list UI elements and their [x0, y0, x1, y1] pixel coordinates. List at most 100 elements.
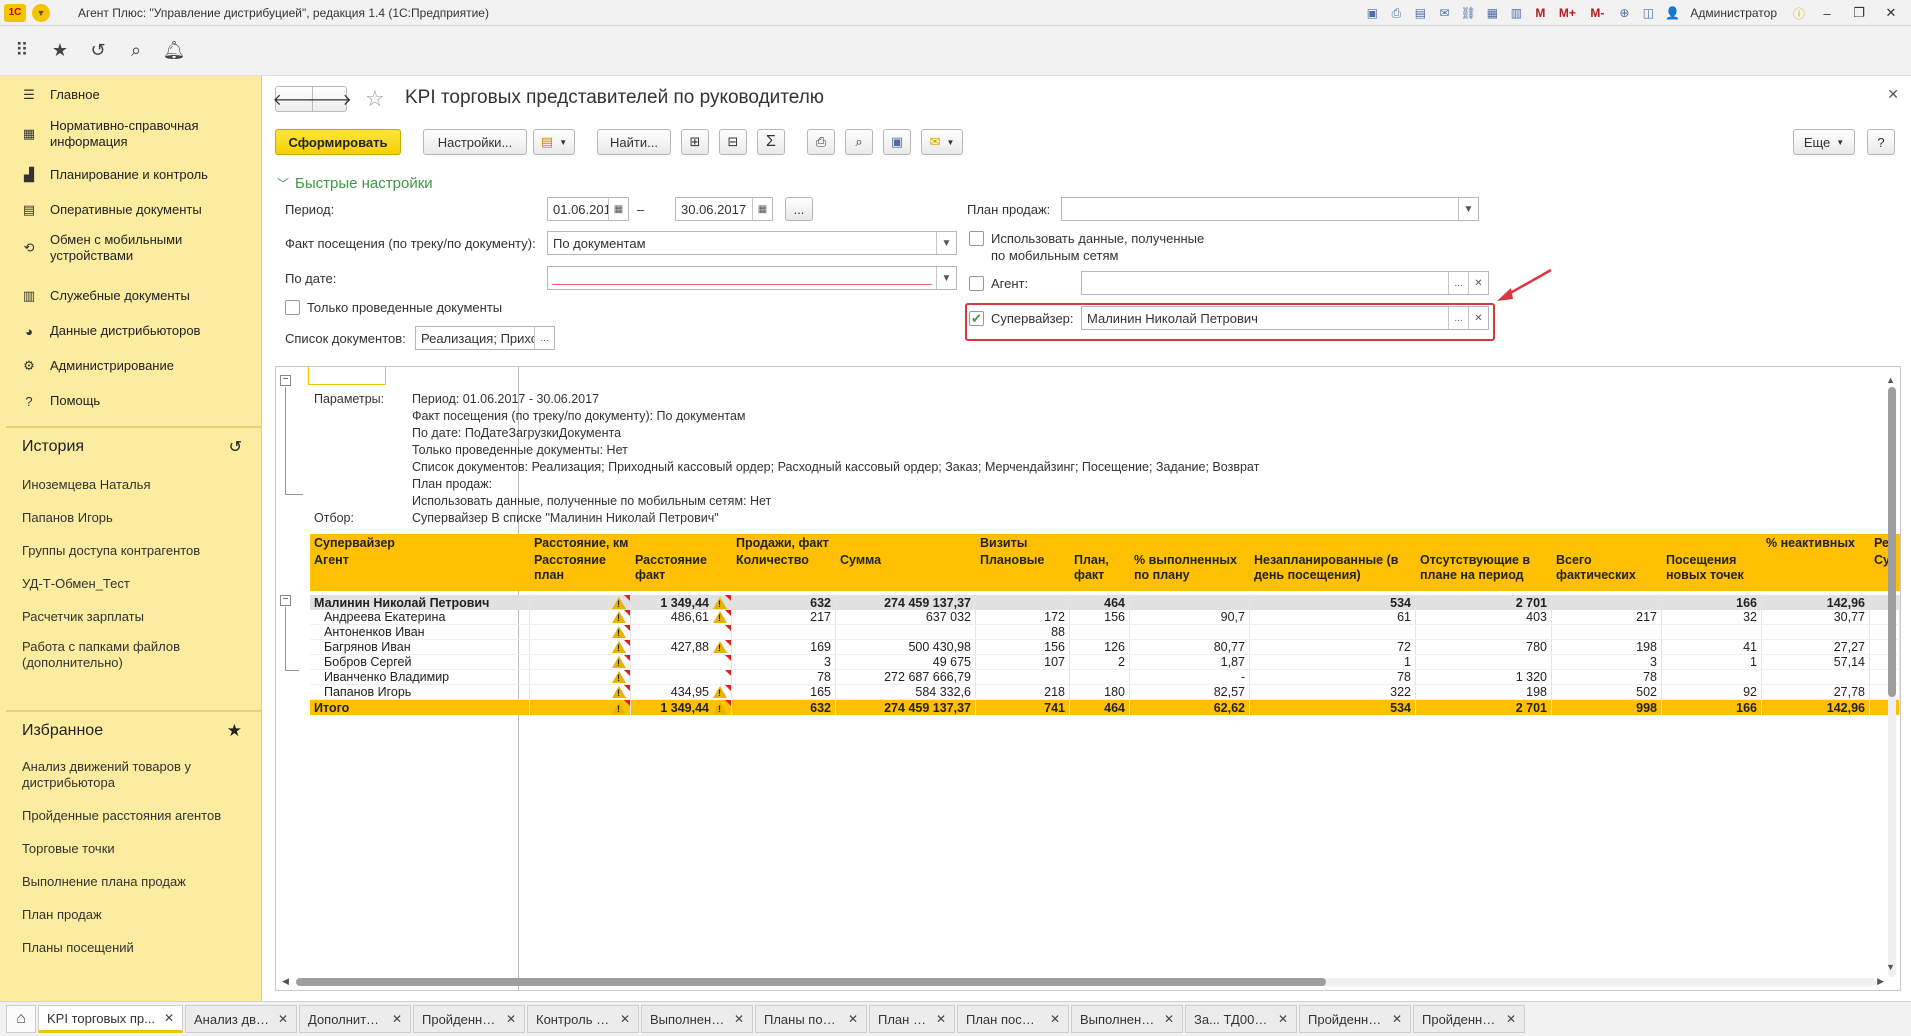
window-tab[interactable]: За... ТД00-БЛ0163 ✕	[1185, 1005, 1297, 1033]
close-form-icon[interactable]: ✕	[1887, 86, 1899, 103]
panels-icon[interactable]: ◫	[1638, 3, 1658, 23]
favorite-item[interactable]: Торговые точки	[0, 840, 115, 858]
chevron-down-icon[interactable]: ▼	[936, 232, 956, 254]
scroll-left-icon[interactable]: ◀	[282, 976, 289, 987]
more-button[interactable]: Еще ▼	[1793, 129, 1855, 155]
history-item[interactable]: УД-Т-Обмен_Тест	[0, 575, 130, 593]
scroll-right-icon[interactable]: ▶	[1877, 976, 1884, 987]
sidebar-item-planning[interactable]: ▟ Планирование и контроль	[0, 162, 208, 188]
sidebar-item-distributor-data[interactable]: ◕ Данные дистрибьюторов	[0, 318, 200, 344]
close-tab-icon[interactable]: ✕	[848, 1012, 858, 1026]
save-button[interactable]: ▣	[883, 129, 911, 155]
close-tab-icon[interactable]: ✕	[1050, 1012, 1060, 1026]
calculator-icon[interactable]: ▥	[1506, 3, 1526, 23]
bell-icon[interactable]: 🔔︎	[162, 39, 186, 63]
supervisor-checkbox[interactable]: ✔	[969, 311, 984, 326]
history-icon[interactable]: ↺	[229, 437, 242, 457]
date-to-input[interactable]: 30.06.2017 ▦	[675, 197, 773, 221]
preview-button[interactable]: ⌕	[845, 129, 873, 155]
print-button[interactable]: ⎙	[807, 129, 835, 155]
scroll-thumb[interactable]	[1888, 387, 1896, 697]
print-icon[interactable]: ⎙	[1386, 3, 1406, 23]
link-icon[interactable]: ⛓	[1458, 3, 1478, 23]
close-tab-icon[interactable]: ✕	[620, 1012, 630, 1026]
scroll-thumb[interactable]	[296, 978, 1326, 986]
mail-icon[interactable]: ✉	[1434, 3, 1454, 23]
history-item[interactable]: Группы доступа контрагентов	[0, 542, 200, 560]
select-ellipsis-button[interactable]: ...	[534, 327, 554, 349]
favorite-item[interactable]: Планы посещений	[0, 939, 134, 957]
history-item[interactable]: Работа с папками файлов (дополнительно)	[0, 638, 210, 672]
chevron-down-icon[interactable]: ▼	[1458, 198, 1478, 220]
favorites-star-icon[interactable]: ★	[48, 39, 72, 63]
variants-button[interactable]: ▤ ▼	[533, 129, 575, 155]
favorite-item[interactable]: План продаж	[0, 906, 102, 924]
favorite-item[interactable]: Пройденные расстояния агентов	[0, 807, 221, 825]
window-tab[interactable]: Анализ движен... ✕	[185, 1005, 297, 1033]
chevron-down-icon[interactable]: ▼	[936, 267, 956, 289]
window-tab[interactable]: Пройденные ра... ✕	[1299, 1005, 1411, 1033]
period-select-button[interactable]: ...	[785, 197, 813, 221]
agent-checkbox[interactable]	[969, 276, 984, 291]
window-tab[interactable]: Планы посещен... ✕	[755, 1005, 867, 1033]
close-tab-icon[interactable]: ✕	[1506, 1012, 1516, 1026]
window-tab[interactable]: KPI торговых пр... ✕	[38, 1005, 183, 1033]
sidebar-item-operative-docs[interactable]: ▤ Оперативные документы	[0, 197, 202, 223]
table-row[interactable]: Андреева Екатерина486,61217637 032172156…	[310, 610, 1900, 625]
use-mobile-checkbox[interactable]	[969, 231, 984, 246]
clear-icon[interactable]: ✕	[1468, 272, 1488, 294]
sidebar-item-mobile-exchange[interactable]: ⟲ Обмен с мобильными устройствами	[0, 230, 230, 266]
close-tab-icon[interactable]: ✕	[1392, 1012, 1402, 1026]
sidebar-item-reference[interactable]: ▦ Нормативно-справочная информация	[0, 116, 250, 152]
forward-button[interactable]: 🡒	[309, 87, 352, 111]
window-tab[interactable]: Выполнение пл... ✕	[1071, 1005, 1183, 1033]
help-button[interactable]: ?	[1867, 129, 1895, 155]
group-row[interactable]: Малинин Николай Петрович 1 349,44 632274 4…	[310, 595, 1900, 610]
user-name[interactable]: Администратор	[1690, 6, 1777, 20]
history-item[interactable]: Иноземцева Наталья	[0, 476, 151, 494]
sales-plan-select[interactable]: ▼	[1061, 197, 1479, 221]
table-row[interactable]: Папанов Игорь 434,95 165584 332,621818082,…	[310, 685, 1900, 700]
preview-icon[interactable]: ▤	[1410, 3, 1430, 23]
search-icon[interactable]: ⌕	[124, 39, 148, 63]
favorite-item[interactable]: Анализ движений товаров у дистрибьютора	[0, 758, 200, 792]
calendar-icon[interactable]: ▦	[608, 198, 628, 220]
find-button[interactable]: Найти...	[597, 129, 671, 155]
history-item[interactable]: Папанов Игорь	[0, 509, 113, 527]
table-row[interactable]: Иванченко Владимир78272 687 666,79-781 3…	[310, 670, 1900, 685]
zoom-icon[interactable]: ⊕	[1614, 3, 1634, 23]
only-posted-checkbox[interactable]	[285, 300, 300, 315]
scroll-down-icon[interactable]: ▼	[1886, 962, 1895, 972]
select-ellipsis-button[interactable]: ...	[1448, 272, 1468, 294]
expand-groups-button[interactable]: ⊞	[681, 129, 709, 155]
sum-button[interactable]: Σ	[757, 129, 785, 155]
close-tab-icon[interactable]: ✕	[278, 1012, 288, 1026]
history-icon[interactable]: ↺	[86, 39, 110, 63]
history-item[interactable]: Расчетчик зарплаты	[0, 608, 144, 626]
table-row[interactable]: Багрянов Иван 427,88 169500 430,9815612680…	[310, 640, 1900, 655]
window-tab[interactable]: Выполнение пл... ✕	[641, 1005, 753, 1033]
clear-icon[interactable]: ✕	[1468, 307, 1488, 329]
minimize-button[interactable]: –	[1813, 2, 1841, 24]
favorite-item[interactable]: Выполнение плана продаж	[0, 873, 186, 891]
close-tab-icon[interactable]: ✕	[936, 1012, 946, 1026]
visit-fact-select[interactable]: По документам ▼	[547, 231, 957, 255]
table-row[interactable]: Бобров Сергей349 67510721,8713157,14	[310, 655, 1900, 670]
horizontal-scrollbar[interactable]	[296, 978, 1876, 986]
memory-m-button[interactable]: M	[1530, 3, 1550, 23]
window-tab[interactable]: Дополнительны... ✕	[299, 1005, 411, 1033]
home-icon[interactable]: ⌂	[6, 1005, 36, 1033]
sidebar-item-main[interactable]: ☰ Главное	[0, 82, 100, 108]
send-button[interactable]: ✉ ▼	[921, 129, 963, 155]
back-button[interactable]: 🡐	[273, 87, 316, 111]
close-tab-icon[interactable]: ✕	[506, 1012, 516, 1026]
calendar-icon[interactable]: ▦	[1482, 3, 1502, 23]
table-row[interactable]: Антоненков Иван 88	[310, 625, 1900, 640]
agent-input[interactable]: ... ✕	[1081, 271, 1489, 295]
window-tab[interactable]: План посещени... ✕	[957, 1005, 1069, 1033]
scroll-up-icon[interactable]: ▲	[1886, 375, 1895, 385]
memory-plus-button[interactable]: M+	[1554, 3, 1580, 23]
maximize-button[interactable]: ❐	[1845, 2, 1873, 24]
doc-list-input[interactable]: Реализация; Приходны...	[415, 326, 555, 350]
collapse-params-icon[interactable]: −	[280, 375, 291, 386]
